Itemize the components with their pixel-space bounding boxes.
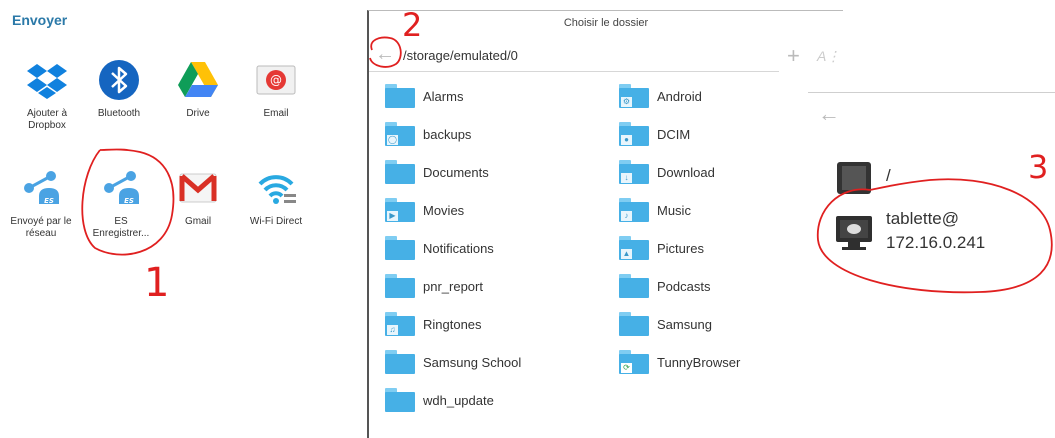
tablet-icon (837, 162, 871, 194)
svg-text:@: @ (270, 73, 282, 87)
folder-item[interactable]: ↓ Download (619, 157, 829, 187)
folder-item[interactable]: ▶ Movies (385, 195, 595, 225)
folder-item[interactable]: ⟳ TunnyBrowser (619, 347, 829, 377)
share-item-label: Wi-Fi Direct (249, 216, 303, 227)
dialog-title: Choisir le dossier (563, 17, 649, 29)
device-name: tablette@ (886, 209, 960, 228)
folder-icon (385, 388, 415, 412)
folder-list-left: Alarms ◯ backups Documents ▶ Movies Noti… (385, 81, 595, 415)
folder-icon (619, 274, 649, 298)
share-item-email[interactable]: @ Email (241, 58, 311, 120)
folder-icon: ⚙ (619, 84, 649, 108)
folder-item[interactable]: Documents (385, 157, 595, 187)
drive-icon (178, 62, 218, 97)
folder-item[interactable]: ▲ Pictures (619, 233, 829, 263)
folder-item[interactable]: ♫ Ringtones (385, 309, 595, 339)
folder-item[interactable]: ♪ Music (619, 195, 829, 225)
svg-text:ES: ES (44, 197, 54, 205)
folder-icon (385, 236, 415, 260)
network-picker: ← / tablette@ 172.16.0.241 (808, 92, 1055, 438)
folder-icon: ⟳ (619, 350, 649, 374)
folder-item[interactable]: pnr_report (385, 271, 595, 301)
folder-icon: ◯ (385, 122, 415, 146)
dropbox-icon (27, 64, 67, 99)
folder-item[interactable]: Samsung School (385, 347, 595, 377)
device-address: 172.16.0.241 (886, 233, 986, 252)
bluetooth-icon (99, 60, 139, 100)
folder-icon (385, 274, 415, 298)
share-item-drive[interactable]: Drive (163, 58, 233, 120)
email-icon: @ (256, 65, 296, 95)
folder-icon: ↓ (619, 160, 649, 184)
folder-icon: ▶ (385, 198, 415, 222)
folder-icon: ▲ (619, 236, 649, 260)
share-item-label: Envoyé par le réseau (10, 216, 72, 239)
root-label: / (886, 166, 891, 185)
share-item-es-network[interactable]: ES ES Envoyé par le réseau (6, 166, 76, 240)
back-arrow-icon[interactable]: ← (818, 101, 840, 127)
folder-item[interactable]: Samsung (619, 309, 829, 339)
share-item-wifi-direct[interactable]: Wi-Fi Direct (241, 166, 311, 228)
es-save-icon: ES (104, 171, 139, 205)
share-item-gmail[interactable]: Gmail (163, 166, 233, 228)
folder-icon: ♫ (385, 312, 415, 336)
computer-icon (836, 216, 872, 250)
share-item-label: Drive (186, 108, 210, 119)
share-item-label: Ajouter à Dropbox (26, 108, 68, 131)
folder-icon (619, 312, 649, 336)
gmail-icon (179, 173, 217, 203)
share-title: Envoyer (12, 12, 68, 28)
folder-item[interactable]: ⚙ Android (619, 81, 829, 111)
folder-item[interactable]: ● DCIM (619, 119, 829, 149)
current-path: /storage/emulated/0 (403, 48, 518, 63)
share-item-dropbox[interactable]: Ajouter à Dropbox (12, 58, 82, 132)
network-device-item[interactable]: tablette@ 172.16.0.241 (834, 207, 1049, 263)
root-item[interactable]: / (834, 159, 1044, 197)
folder-chooser-dialog: Choisir le dossier ← /storage/emulated/0… (367, 10, 843, 438)
es-network-icon: ES ES (24, 171, 59, 205)
annotation-step-1: 1 (144, 260, 169, 306)
new-folder-icon[interactable]: + (787, 43, 800, 69)
folder-item[interactable]: Podcasts (619, 271, 829, 301)
share-item-label: Gmail (184, 216, 212, 227)
share-item-es-save[interactable]: ES ES Enregistrer... (86, 166, 156, 240)
folder-icon: ♪ (619, 198, 649, 222)
share-item-label: ES Enregistrer... (92, 216, 150, 239)
wifi-direct-icon (258, 175, 296, 204)
folder-item[interactable]: ◯ backups (385, 119, 595, 149)
back-arrow-icon[interactable]: ← (375, 43, 395, 66)
folder-icon: ● (619, 122, 649, 146)
share-item-label: Bluetooth (97, 108, 141, 119)
folder-icon (385, 84, 415, 108)
share-item-label: Email (263, 108, 289, 119)
sort-icon[interactable]: A⋮ (817, 48, 840, 65)
folder-icon (385, 350, 415, 374)
svg-text:ES: ES (124, 197, 134, 205)
folder-icon (385, 160, 415, 184)
folder-item[interactable]: Alarms (385, 81, 595, 111)
folder-item[interactable]: wdh_update (385, 385, 595, 415)
folder-list-right: ⚙ Android ● DCIM ↓ Download ♪ Music ▲ Pi… (619, 81, 829, 377)
folder-item[interactable]: Notifications (385, 233, 595, 263)
share-item-bluetooth[interactable]: Bluetooth (84, 58, 154, 120)
